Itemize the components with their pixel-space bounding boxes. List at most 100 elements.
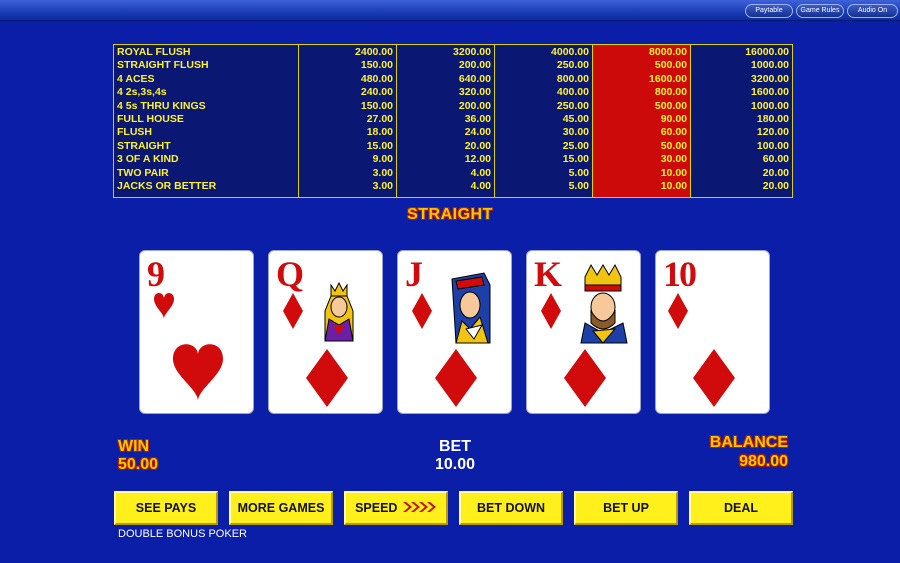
- paytable-payout-cell: 250.00: [556, 99, 589, 112]
- diamond-suit-icon: [283, 293, 303, 329]
- card-4-king-of-diamonds[interactable]: K: [526, 250, 641, 414]
- paytable-payout-cell: 1600.00: [751, 86, 789, 99]
- paytable-payout-cell: 30.00: [562, 126, 589, 139]
- paytable-payout-cell: 250.00: [556, 59, 589, 72]
- paytable-payout-cell: 480.00: [360, 72, 393, 85]
- win-label: WIN: [118, 438, 150, 455]
- card-2-queen-of-diamonds[interactable]: Q: [268, 250, 383, 414]
- paytable-payout-cell: 24.00: [464, 126, 491, 139]
- paytable-payout-cell: 15.00: [366, 139, 393, 152]
- speed-label: SPEED: [355, 501, 398, 515]
- paytable-payout-cell: 3.00: [372, 180, 393, 192]
- see-pays-button[interactable]: SEE PAYS: [114, 491, 218, 525]
- card-5-ten-of-diamonds[interactable]: 10: [655, 250, 770, 414]
- paytable-payout-cell: 4.00: [470, 180, 491, 192]
- paytable-hand-name: STRAIGHT FLUSH: [117, 59, 209, 72]
- paytable-payout-cell: 3200.00: [453, 46, 491, 58]
- king-card-art: [541, 263, 628, 407]
- bet-down-button[interactable]: BET DOWN: [459, 491, 563, 525]
- hearts-suit-icon: [154, 293, 223, 401]
- speed-button[interactable]: SPEED: [344, 491, 448, 525]
- balance-label: BALANCE: [709, 434, 788, 451]
- paytable-column-4-highlighted: 8000.00 500.00 1600.00 800.00 500.00 90.00 60.…: [593, 45, 691, 197]
- paytable-payout-cell: 120.00: [756, 126, 789, 139]
- diamond-suit-icon: [306, 349, 348, 407]
- game-rules-button[interactable]: Game Rules: [796, 4, 844, 18]
- paytable-payout-cell: 400.00: [556, 86, 589, 99]
- paytable-hand-name: JACKS OR BETTER: [117, 180, 217, 192]
- card-1-nine-of-hearts[interactable]: 9: [139, 250, 254, 414]
- win-value: 50.00: [118, 456, 159, 473]
- paytable-payout-cell: 20.00: [762, 166, 789, 179]
- jack-icon: [451, 272, 491, 344]
- paytable-payout-cell: 18.00: [366, 126, 393, 139]
- top-bar: Paytable Game Rules Audio On: [0, 0, 900, 21]
- paytable-payout-cell: 180.00: [756, 113, 789, 125]
- paytable-payout-cell: 60.00: [762, 153, 789, 166]
- paytable-column-3: 4000.00 250.00 800.00 400.00 250.00 45.00 30.0…: [495, 45, 593, 197]
- paytable-column-5: 16000.00 1000.00 3200.00 1600.00 1000.00 180.…: [691, 45, 792, 197]
- bet-value: 10.00: [434, 456, 476, 473]
- paytable-column-1: 2400.00 150.00 480.00 240.00 150.00 27.00 18.0…: [299, 45, 397, 197]
- queen-card-art: [283, 281, 354, 407]
- paytable-payout-cell: 10.00: [660, 166, 687, 179]
- paytable-payout-cell: 27.00: [366, 113, 393, 125]
- paytable-hand-name: 4 5s THRU KINGS: [117, 99, 206, 112]
- paytable-payout-cell: 3200.00: [751, 72, 789, 85]
- diamond-suit-icon: [541, 293, 561, 329]
- paytable-button[interactable]: Paytable: [745, 4, 793, 18]
- paytable-payout-cell: 30.00: [660, 153, 687, 166]
- speed-arrows-icon: [402, 502, 436, 512]
- paytable-hand-name: 3 OF A KIND: [117, 153, 179, 166]
- paytable-payout-cell: 25.00: [562, 139, 589, 152]
- paytable-payout-cell: 240.00: [360, 86, 393, 99]
- diamonds-suit-icon: [668, 293, 735, 407]
- paytable-payout-cell: 1000.00: [751, 59, 789, 72]
- paytable-payout-cell: 16000.00: [745, 46, 789, 58]
- bet-up-button[interactable]: BET UP: [574, 491, 678, 525]
- balance-value: 980.00: [739, 453, 788, 470]
- paytable-payout-cell: 100.00: [756, 139, 789, 152]
- paytable-payout-cell: 9.00: [372, 153, 393, 166]
- paytable-payout-cell: 20.00: [762, 180, 789, 192]
- paytable-payout-cell: 800.00: [654, 86, 687, 99]
- paytable-hand-name: FLUSH: [117, 126, 152, 139]
- queen-icon: [324, 281, 354, 342]
- paytable-payout-cell: 800.00: [556, 72, 589, 85]
- paytable-payout-cell: 8000.00: [649, 46, 687, 58]
- paytable-payout-cell: 200.00: [458, 99, 491, 112]
- card-3-jack-of-diamonds[interactable]: J: [397, 250, 512, 414]
- paytable-payout-cell: 1000.00: [751, 99, 789, 112]
- paytable-payout-cell: 1600.00: [649, 72, 687, 85]
- paytable-column-2: 3200.00 200.00 640.00 320.00 200.00 36.00 24.0…: [397, 45, 495, 197]
- paytable-payout-cell: 50.00: [660, 139, 687, 152]
- hand-result-text: STRAIGHT: [407, 206, 493, 223]
- paytable-payout-cell: 2400.00: [355, 46, 393, 58]
- paytable-payout-cell: 12.00: [464, 153, 491, 166]
- paytable-payout-cell: 4.00: [470, 166, 491, 179]
- paytable-payout-cell: 150.00: [360, 99, 393, 112]
- paytable-payout-cell: 15.00: [562, 153, 589, 166]
- paytable-payout-cell: 45.00: [562, 113, 589, 125]
- diamond-suit-icon: [564, 349, 606, 407]
- paytable-hand-name: 4 2s,3s,4s: [117, 86, 167, 99]
- paytable-hand-name: 4 ACES: [117, 72, 155, 85]
- paytable-hand-name: FULL HOUSE: [117, 113, 184, 125]
- audio-toggle-button[interactable]: Audio On: [847, 4, 898, 18]
- paytable-payout-cell: 500.00: [654, 99, 687, 112]
- paytable-payout-cell: 5.00: [568, 166, 589, 179]
- more-games-button[interactable]: MORE GAMES: [229, 491, 333, 525]
- paytable-payout-cell: 4000.00: [551, 46, 589, 58]
- paytable-hand-name: STRAIGHT: [117, 139, 171, 152]
- paytable-payout-cell: 90.00: [660, 113, 687, 125]
- deal-button[interactable]: DEAL: [689, 491, 793, 525]
- jack-card-art: [412, 272, 491, 407]
- king-icon: [580, 263, 628, 344]
- diamond-suit-icon: [435, 349, 477, 407]
- paytable-hand-name: TWO PAIR: [117, 166, 169, 179]
- paytable-payout-cell: 320.00: [458, 86, 491, 99]
- game-name: DOUBLE BONUS POKER: [118, 528, 247, 540]
- paytable-payout-cell: 200.00: [458, 59, 491, 72]
- paytable-payout-cell: 60.00: [660, 126, 687, 139]
- paytable-payout-cell: 640.00: [458, 72, 491, 85]
